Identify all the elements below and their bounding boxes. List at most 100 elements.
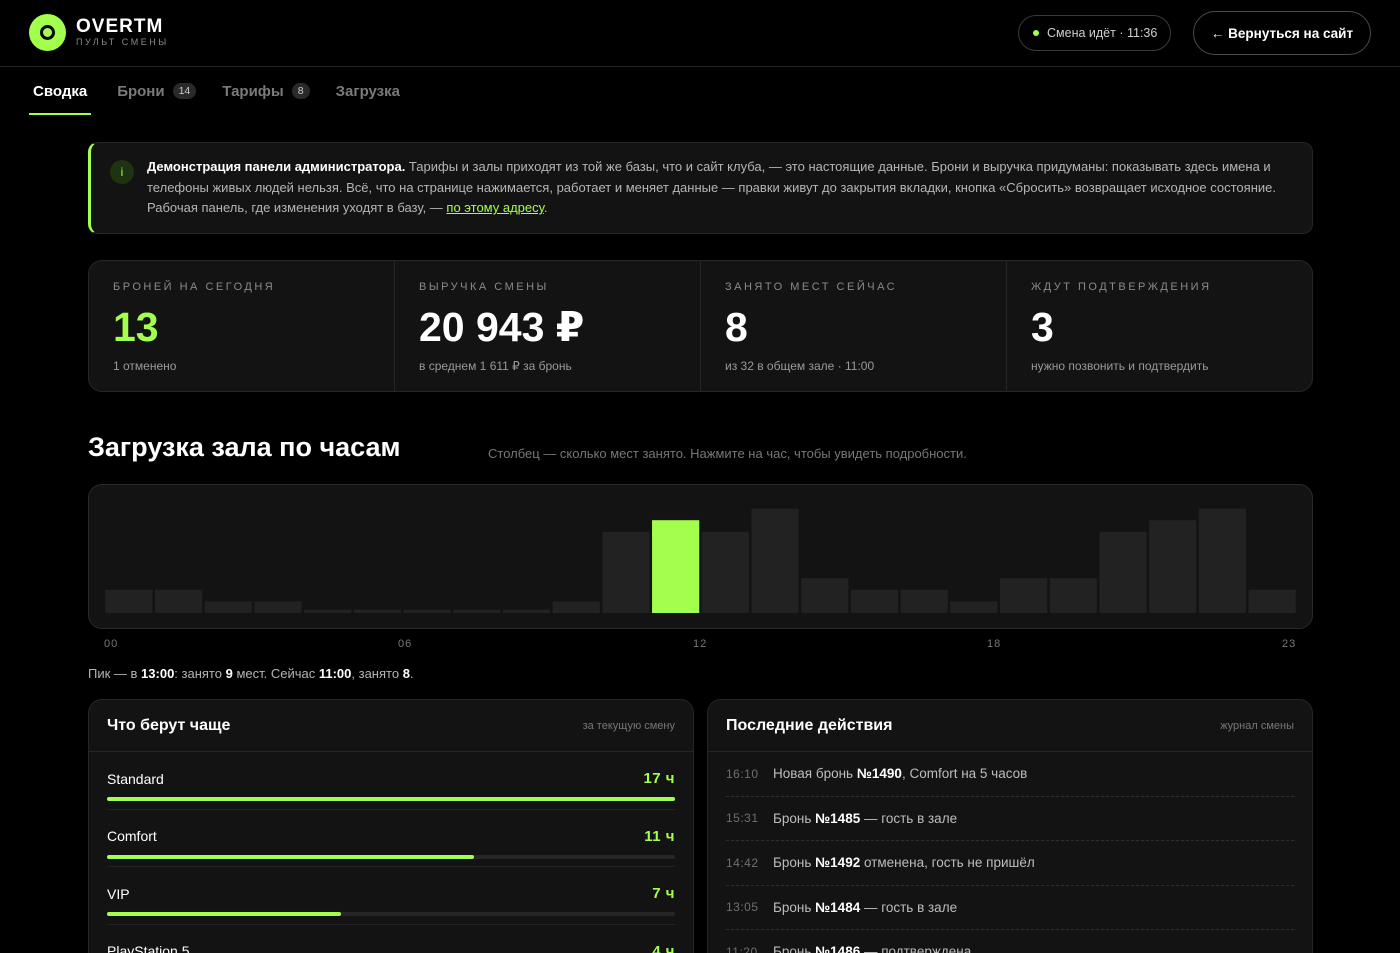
tab-tariffs[interactable]: Тарифы 8 [222, 67, 310, 115]
hour-bar-10[interactable] [602, 531, 650, 613]
log-text: Бронь №1485 — гость в зале [773, 811, 957, 826]
logo-icon[interactable] [29, 14, 66, 51]
tariff-progress-track [107, 912, 675, 916]
tab-label: Брони [117, 82, 165, 100]
stat-value: 8 [725, 304, 748, 350]
stat-shift-revenue: Выручка смены 20 943 ₽ в среднем 1 611 ₽… [395, 261, 701, 391]
log-text-part: Бронь [773, 810, 816, 826]
log-entry[interactable]: 13:05 Бронь №1484 — гость в зале [726, 886, 1294, 930]
log-text-part: Бронь [773, 855, 816, 871]
hour-bar-17[interactable] [950, 601, 998, 613]
stat-note: из 32 в общем зале · 11:00 [725, 359, 875, 373]
stat-label: Занято мест сейчас [725, 281, 898, 293]
log-time: 16:10 [726, 766, 759, 781]
axis-tick-label: 18 [987, 638, 1002, 650]
hour-bar-07[interactable] [453, 609, 501, 613]
tariff-hours: 7 ч [652, 885, 675, 902]
hour-bar-08[interactable] [502, 609, 551, 613]
axis-tick-label: 12 [693, 638, 708, 650]
brand-name: OVERTM [76, 16, 164, 37]
peak-count: 9 [225, 666, 233, 681]
log-text: Бронь №1484 — гость в зале [773, 900, 957, 915]
hour-bar-12[interactable] [701, 531, 749, 613]
tariff-hours: 4 ч [652, 942, 675, 953]
hour-bar-21[interactable] [1149, 520, 1197, 613]
hour-bar-03[interactable] [254, 601, 302, 613]
hour-bar-18[interactable] [1000, 578, 1048, 613]
log-entry[interactable]: 14:42 Бронь №1492 отменена, гость не при… [726, 841, 1294, 886]
log-text: Бронь №1492 отменена, гость не пришёл [773, 855, 1035, 870]
log-time: 11:20 [726, 944, 758, 953]
hour-bar-02[interactable] [204, 601, 252, 613]
log-text: Бронь №1486 — подтверждена [773, 944, 971, 953]
hour-bar-13[interactable] [751, 508, 799, 613]
tariff-progress-track [107, 854, 675, 859]
booking-number: №1486 [815, 944, 861, 953]
tariff-row[interactable]: VIP 7 ч [107, 867, 675, 925]
log-text-part: — гость в зале [860, 810, 958, 826]
hour-bar-16[interactable] [900, 589, 948, 613]
tariff-row[interactable]: PlayStation 5 4 ч [107, 925, 675, 953]
top-bar: OVERTM пульт смены Смена идёт · 11:36 ← … [0, 0, 1400, 67]
hourly-load-chart-svg [105, 508, 1296, 613]
hour-bar-20[interactable] [1099, 531, 1147, 613]
log-entry[interactable]: 11:20 Бронь №1486 — подтверждена [726, 930, 1294, 953]
hour-bar-14[interactable] [801, 578, 849, 613]
hour-bar-00[interactable] [105, 589, 153, 613]
peak-time: 13:00 [141, 666, 175, 681]
axis-tick-label: 23 [1282, 638, 1297, 650]
load-section-hint: Столбец — сколько мест занято. Нажмите н… [488, 446, 967, 461]
shift-status-badge: Смена идёт · 11:36 [1018, 15, 1171, 51]
panel-header: Что берут чаще за текущую смену [89, 700, 693, 752]
booking-number: №1485 [815, 810, 861, 826]
peak-text: Пик — в [88, 666, 142, 681]
log-entry[interactable]: 15:31 Бронь №1485 — гость в зале [726, 797, 1294, 841]
notice-tail: . [543, 200, 548, 215]
stat-note: в среднем 1 611 ₽ за бронь [419, 359, 572, 373]
back-to-site-button[interactable]: ← Вернуться на сайт [1193, 11, 1371, 55]
tab-label: Тарифы [222, 82, 284, 100]
hour-bar-09[interactable] [552, 601, 600, 613]
panel-title: Последние действия [726, 716, 893, 734]
hour-bar-05[interactable] [353, 609, 401, 613]
tariff-hours: 17 ч [643, 770, 675, 787]
stat-note: нужно позвонить и подтвердить [1031, 359, 1209, 373]
log-entry[interactable]: 16:10 Новая бронь №1490, Comfort на 5 ча… [726, 752, 1294, 797]
hour-bar-19[interactable] [1049, 578, 1097, 613]
booking-number: №1492 [815, 855, 861, 871]
stat-seats-occupied: Занято мест сейчас 8 из 32 в общем зале … [701, 261, 1007, 391]
peak-text: , занято [351, 666, 403, 681]
tab-load[interactable]: Загрузка [336, 67, 400, 115]
hour-bar-01[interactable] [154, 589, 203, 613]
tariff-row[interactable]: Comfort 11 ч [107, 810, 675, 867]
tariff-name: VIP [107, 885, 130, 902]
log-text-part: — подтверждена [860, 944, 972, 953]
panel-title: Что берут чаще [107, 716, 231, 734]
hour-bar-15[interactable] [850, 589, 899, 613]
tariff-name: Standard [107, 770, 164, 787]
tab-label: Сводка [33, 82, 88, 100]
tariff-name: PlayStation 5 [107, 943, 190, 953]
hour-bar-04[interactable] [304, 609, 352, 613]
stat-note: 1 отменено [113, 359, 177, 373]
hour-bar-11[interactable] [652, 520, 700, 613]
log-text-part: , Comfort на 5 часов [901, 766, 1028, 782]
hour-bar-06[interactable] [403, 609, 451, 613]
panel-hint: журнал смены [1220, 719, 1294, 732]
log-text-part: отменена, гость не пришёл [860, 855, 1035, 871]
now-count: 8 [402, 666, 410, 681]
tab-summary[interactable]: Сводка [29, 67, 92, 115]
hour-bar-23[interactable] [1248, 589, 1296, 613]
hour-bar-22[interactable] [1198, 508, 1247, 613]
log-text-part: — гость в зале [860, 899, 958, 915]
log-time: 14:42 [726, 855, 759, 870]
tariff-progress-fill [107, 854, 475, 859]
notice-link[interactable]: по этому адресу [446, 200, 543, 215]
log-text-part: Бронь [773, 899, 816, 915]
stat-label: Ждут подтверждения [1031, 281, 1212, 293]
tab-bookings[interactable]: Брони 14 [117, 67, 197, 115]
tariff-progress-track [107, 797, 675, 801]
peak-summary: Пик — в 13:00: занято 9 мест. Сейчас 11:… [88, 666, 414, 681]
tariff-row[interactable]: Standard 17 ч [107, 752, 675, 810]
popular-tariffs-panel: Что берут чаще за текущую смену Standard… [88, 699, 694, 953]
